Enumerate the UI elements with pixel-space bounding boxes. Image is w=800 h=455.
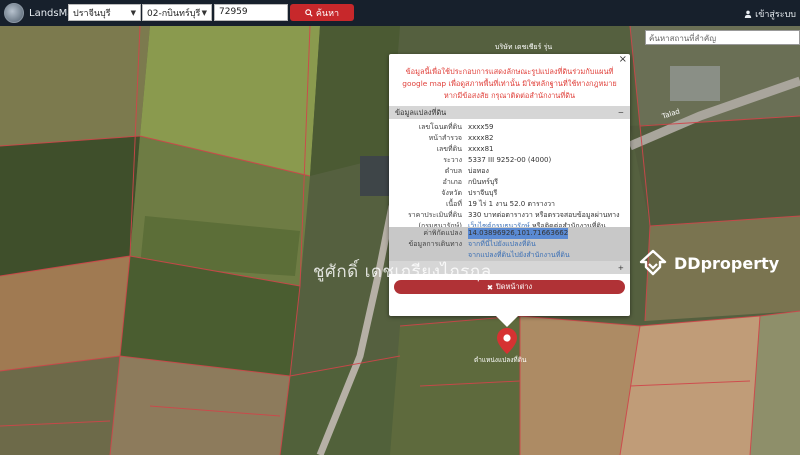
coordinates-panel: ค่าพิกัดแปลง 14.03896926,101.71663662 ข้อ… <box>389 227 630 261</box>
expand-icon[interactable]: + <box>618 263 624 272</box>
top-navbar: LandsMaps ปราจีนบุรี ▼ 02-กบินทร์บุรี ▼ … <box>0 0 800 26</box>
info-row: จังหวัด ปราจีนบุรี <box>389 188 630 199</box>
info-row: เลขที่ดิน xxxx81 <box>389 144 630 155</box>
user-icon <box>744 10 752 18</box>
search-button-label: ค้นหา <box>315 8 340 19</box>
row-value: xxxx81 <box>468 145 494 153</box>
row-label: ระวาง <box>443 156 462 164</box>
section-title: ข้อมูลแปลงที่ดิน <box>395 107 447 117</box>
ddproperty-brand: DDproperty <box>674 253 780 273</box>
row-label: เลขโฉนดที่ดิน <box>418 123 462 131</box>
chevron-down-icon: ▼ <box>201 8 207 17</box>
popup-pointer <box>495 315 519 327</box>
route-to-parcel-link[interactable]: จากที่นี่ไปยังแปลงที่ดิน <box>468 240 536 248</box>
row-value: บ่อทอง <box>468 167 489 175</box>
search-icon <box>305 8 313 17</box>
info-row: เลขโฉนดที่ดิน xxxx59 <box>389 122 630 133</box>
row-label: ตำบล <box>444 167 462 175</box>
collapse-icon[interactable]: − <box>618 108 624 117</box>
row-value: กบินทร์บุรี <box>468 178 499 186</box>
row-value: xxxx59 <box>468 123 494 131</box>
row-label: ราคาประเมินที่ดิน <box>407 211 462 219</box>
parcel-info-section-header[interactable]: ข้อมูลแปลงที่ดิน − <box>389 106 630 119</box>
disclaimer-notice: ข้อมูลนี้เพื่อใช้ประกอบการแสดงลักษณะรูปแ… <box>402 67 617 100</box>
coord-row: ค่าพิกัดแปลง 14.03896926,101.71663662 <box>389 228 630 239</box>
ddproperty-logo-icon <box>639 249 667 276</box>
login-link[interactable]: เข้าสู่ระบบ <box>744 7 796 21</box>
pin-label: ตำแหน่งแปลงที่ดิน <box>474 356 527 364</box>
row-label: อำเภอ <box>442 178 462 186</box>
login-label: เข้าสู่ระบบ <box>755 10 796 20</box>
popup-close-icon[interactable]: × <box>619 54 627 65</box>
info-row: ราคาประเมินที่ดิน 330 บาทต่อตารางวา หรือต… <box>389 210 630 221</box>
location-pin-icon[interactable] <box>497 328 517 354</box>
info-row: หน้าสำรวจ xxxx82 <box>389 133 630 144</box>
close-window-label: ปิดหน้าต่าง <box>496 282 533 291</box>
row-value: ปราจีนบุรี <box>468 189 498 197</box>
district-select[interactable]: 02-กบินทร์บุรี ▼ <box>142 4 212 21</box>
place-search-input[interactable]: ค้นหาสถานที่สำคัญ <box>645 30 800 45</box>
coord-value[interactable]: 14.03896926,101.71663662 <box>468 228 569 239</box>
district-value: 02-กบินทร์บุรี <box>147 8 201 19</box>
row-value: 330 บาทต่อตารางวา หรือตรวจสอบข้อมูลผ่านท… <box>468 211 620 219</box>
route-row: ข้อมูลการเดินทาง จากที่นี่ไปยังแปลงที่ดิน <box>389 239 630 250</box>
parcel-info-rows: เลขโฉนดที่ดิน xxxx59 หน้าสำรวจ xxxx82 เลขท… <box>389 122 630 232</box>
info-row: ตำบล บ่อทอง <box>389 166 630 177</box>
agent-watermark: ชูศักดิ์ เดชเกรียงไกรกุล <box>313 262 492 282</box>
row-value: 5337 III 9252-00 (4000) <box>468 156 552 164</box>
info-row: ระวาง 5337 III 9252-00 (4000) <box>389 155 630 166</box>
row-label: เนื้อที่ <box>446 200 462 208</box>
parcel-number-input[interactable]: 72959 <box>214 4 288 21</box>
row-label: หน้าสำรวจ <box>428 134 462 142</box>
province-value: ปราจีนบุรี <box>73 8 111 19</box>
row-label: เลขที่ดิน <box>436 145 462 153</box>
row-label: จังหวัด <box>441 189 462 197</box>
province-select[interactable]: ปราจีนบุรี ▼ <box>68 4 141 21</box>
coord-label: ค่าพิกัดแปลง <box>423 229 462 237</box>
brand-title[interactable]: LandsMaps <box>29 8 85 19</box>
row-value: xxxx82 <box>468 134 494 142</box>
search-button[interactable]: ค้นหา <box>290 4 354 21</box>
chevron-down-icon: ▼ <box>130 8 136 17</box>
ddproperty-watermark: DDproperty <box>638 248 779 278</box>
landsmaps-logo[interactable] <box>4 3 24 23</box>
route-label: ข้อมูลการเดินทาง <box>408 240 462 248</box>
row-value: 19 ไร่ 1 งาน 52.0 ตารางวา <box>468 200 555 208</box>
map-poi-label: บริษัท เดชเชียร์ รุ่น <box>495 43 553 51</box>
info-row: เนื้อที่ 19 ไร่ 1 งาน 52.0 ตารางวา <box>389 199 630 210</box>
info-row: อำเภอ กบินทร์บุรี <box>389 177 630 188</box>
